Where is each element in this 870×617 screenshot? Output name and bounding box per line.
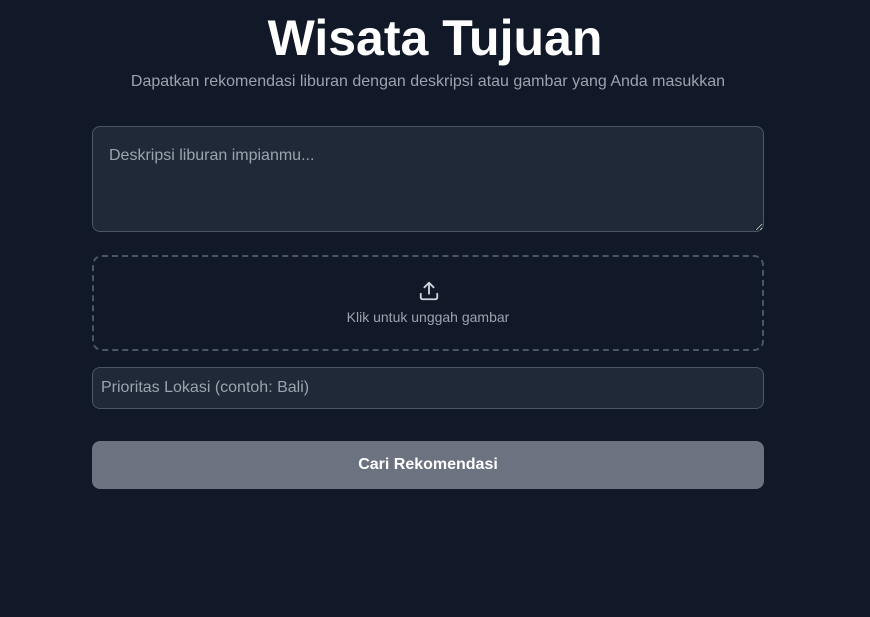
page: Wisata Tujuan Dapatkan rekomendasi libur… bbox=[0, 0, 870, 617]
image-upload-dropzone[interactable]: Klik untuk unggah gambar bbox=[92, 255, 764, 351]
upload-label: Klik untuk unggah gambar bbox=[346, 309, 510, 325]
description-textarea[interactable] bbox=[92, 126, 764, 232]
page-subtitle: Dapatkan rekomendasi liburan dengan desk… bbox=[130, 73, 726, 90]
upload-icon bbox=[419, 281, 439, 301]
location-priority-input[interactable] bbox=[92, 367, 764, 409]
page-title: Wisata Tujuan bbox=[267, 10, 603, 66]
search-recommendation-button[interactable]: Cari Rekomendasi bbox=[92, 441, 764, 489]
